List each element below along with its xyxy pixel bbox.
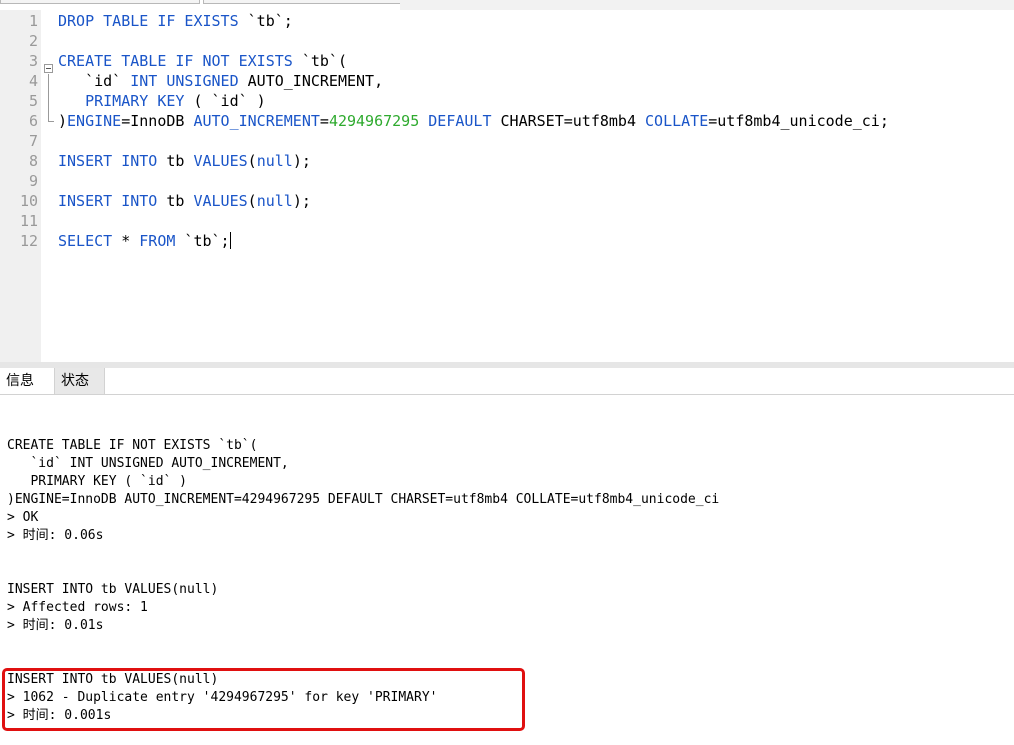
output-line: > OK [7, 510, 39, 525]
sql-keyword: PRIMARY KEY [58, 92, 185, 110]
line-number: 4 [28, 72, 38, 90]
line-number: 9 [28, 172, 38, 190]
line-number: 3 [28, 52, 38, 70]
sql-text: AUTO_INCREMENT, [238, 72, 384, 90]
message-output-panel: CREATE TABLE IF NOT EXISTS `tb`( `id` IN… [0, 395, 1014, 745]
sql-text: =utf8mb4_unicode_ci; [708, 112, 889, 130]
code-text: SELECT * FROM `tb`; [58, 231, 231, 251]
sql-keyword: DROP TABLE IF EXISTS [58, 12, 239, 30]
code-text: CREATE TABLE IF NOT EXISTS `tb`( [58, 51, 347, 71]
code-text: PRIMARY KEY ( `id` ) [58, 91, 266, 111]
line-number: 2 [28, 32, 38, 50]
code-text: DROP TABLE IF EXISTS `tb`; [58, 11, 293, 31]
output-line: > Affected rows: 1 [7, 600, 148, 615]
code-line[interactable]: 10 INSERT INTO tb VALUES(null); [0, 191, 1014, 211]
sql-editor[interactable]: 1 DROP TABLE IF EXISTS `tb`; 2 3 CREATE TABL… [0, 10, 1014, 362]
sql-text: = [319, 112, 329, 130]
line-number: 8 [28, 152, 38, 170]
query-tab-2[interactable] [203, 0, 401, 4]
line-number: 5 [28, 92, 38, 110]
line-number: 11 [19, 212, 38, 230]
tab-info[interactable]: 信息 [0, 368, 54, 394]
code-line[interactable]: 7 [0, 131, 1014, 151]
code-text: INSERT INTO tb VALUES(null); [58, 151, 311, 171]
sql-keyword: VALUES [193, 192, 248, 210]
code-line[interactable]: 1 DROP TABLE IF EXISTS `tb`; [0, 11, 1014, 31]
sql-keyword: AUTO_INCREMENT [193, 112, 320, 130]
code-text: )ENGINE=InnoDB AUTO_INCREMENT=4294967295… [58, 111, 889, 131]
output-line: )ENGINE=InnoDB AUTO_INCREMENT=4294967295… [7, 492, 720, 507]
output-line: > 时间: 0.06s [7, 528, 104, 543]
sql-keyword: COLLATE [645, 112, 709, 130]
output-line: `id` INT UNSIGNED AUTO_INCREMENT, [7, 456, 289, 471]
sql-text: `tb`( [292, 52, 347, 70]
sql-keyword: ENGINE [67, 112, 122, 130]
code-line[interactable]: 9 [0, 171, 1014, 191]
code-line[interactable]: 2 [0, 31, 1014, 51]
top-tab-strip [0, 0, 1014, 11]
output-line: > 时间: 0.01s [7, 618, 104, 633]
sql-text: ( [247, 152, 257, 170]
sql-number: 4294967295 [328, 112, 420, 130]
sql-keyword: INSERT INTO [58, 192, 158, 210]
sql-text: `tb`; [238, 12, 293, 30]
fold-collapse-icon[interactable] [44, 64, 53, 73]
sql-keyword: null [256, 152, 293, 170]
tab-status[interactable]: 状态 [54, 368, 105, 394]
line-number: 7 [28, 132, 38, 150]
sql-text: ( `id` ) [184, 92, 266, 110]
sql-keyword: INSERT INTO [58, 152, 158, 170]
sql-text: ) [58, 112, 68, 130]
code-text: INSERT INTO tb VALUES(null); [58, 191, 311, 211]
sql-text: CHARSET=utf8mb4 [491, 112, 646, 130]
code-line[interactable]: 8 INSERT INTO tb VALUES(null); [0, 151, 1014, 171]
sql-text: ); [292, 152, 311, 170]
sql-text: `tb`; [175, 232, 230, 250]
sql-text: tb [157, 192, 194, 210]
code-line[interactable]: 4 `id` INT UNSIGNED AUTO_INCREMENT, [0, 71, 1014, 91]
error-highlight-box [2, 668, 525, 731]
sql-keyword: VALUES [193, 152, 248, 170]
code-line[interactable]: 5 PRIMARY KEY ( `id` ) [0, 91, 1014, 111]
code-line[interactable]: 11 [0, 211, 1014, 231]
line-number: 6 [28, 112, 38, 130]
code-line[interactable]: 6)ENGINE=InnoDB AUTO_INCREMENT=429496729… [0, 111, 1014, 131]
query-tab-1[interactable] [0, 0, 200, 4]
sql-keyword: INT UNSIGNED [130, 72, 239, 90]
sql-text: tb [157, 152, 194, 170]
line-number: 10 [19, 192, 38, 210]
result-tabs: 信息 状态 [0, 368, 1014, 395]
fold-guide-end [48, 121, 54, 122]
code-text: `id` INT UNSIGNED AUTO_INCREMENT, [58, 71, 383, 91]
fold-guide-line [48, 74, 49, 121]
output-line: PRIMARY KEY ( `id` ) [7, 474, 188, 489]
text-cursor [229, 232, 231, 249]
sql-keyword: null [256, 192, 293, 210]
sql-text: `id` [58, 72, 131, 90]
sql-text: ( [247, 192, 257, 210]
sql-keyword: DEFAULT [428, 112, 492, 130]
sql-keyword: FROM [139, 232, 176, 250]
line-number: 1 [28, 12, 38, 30]
output-line: INSERT INTO tb VALUES(null) [7, 582, 219, 597]
code-line[interactable]: 3 CREATE TABLE IF NOT EXISTS `tb`( [0, 51, 1014, 71]
sql-text: * [112, 232, 140, 250]
sql-text: ); [292, 192, 311, 210]
line-number: 12 [19, 232, 38, 250]
sql-text: =InnoDB [121, 112, 194, 130]
sql-keyword: CREATE TABLE IF NOT EXISTS [58, 52, 293, 70]
sql-keyword: SELECT [58, 232, 113, 250]
code-line[interactable]: 12 SELECT * FROM `tb`; [0, 231, 1014, 251]
output-line: CREATE TABLE IF NOT EXISTS `tb`( [7, 438, 258, 453]
